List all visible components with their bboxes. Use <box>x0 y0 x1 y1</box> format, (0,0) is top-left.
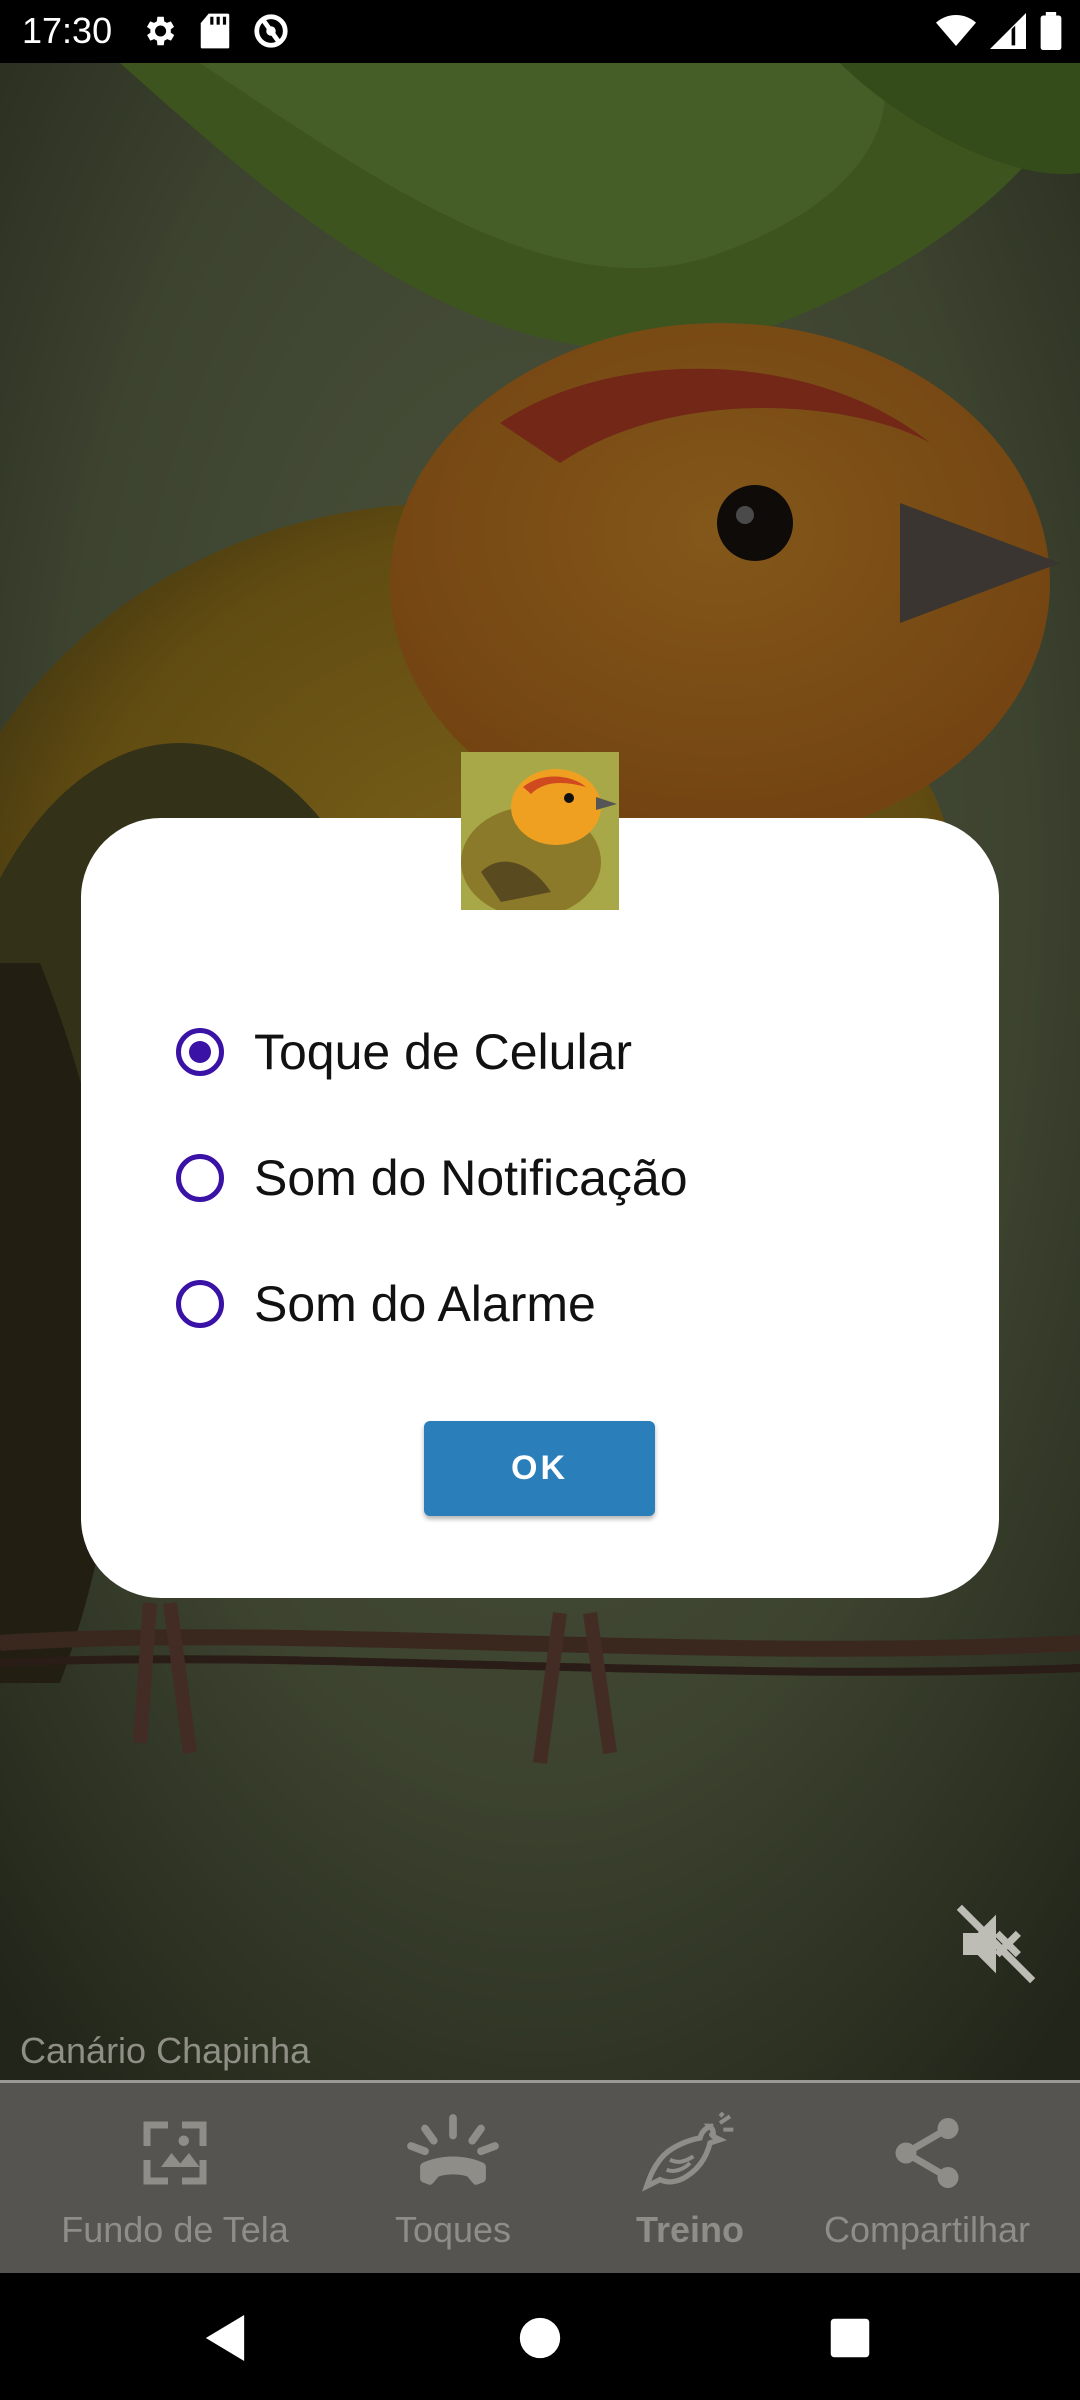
nav-item-compartilhar[interactable]: Compartilhar <box>792 2103 1062 2263</box>
option-label: Toque de Celular <box>254 1024 633 1080</box>
nav-label-toques: Toques <box>394 2209 512 2250</box>
battery-icon <box>1040 12 1062 55</box>
share-icon <box>872 2103 982 2203</box>
nav-label-treino: Treino <box>635 2209 745 2250</box>
ok-button[interactable]: OK <box>424 1421 655 1516</box>
ringtone-icon <box>398 2103 508 2203</box>
option-som-do-alarme[interactable]: Som do Alarme <box>176 1259 936 1349</box>
nav-label-compartilhar: Compartilhar <box>823 2209 1031 2250</box>
option-toque-de-celular[interactable]: Toque de Celular <box>176 1007 936 1097</box>
nav-item-treino[interactable]: Treino <box>555 2103 825 2263</box>
nav-item-fundo-de-tela[interactable]: Fundo de Tela <box>40 2103 310 2263</box>
bottom-nav: Fundo de Tela Toques Treino Compartilhar <box>0 2083 1080 2273</box>
sd-card-icon <box>198 12 232 55</box>
data-saver-icon <box>252 12 290 55</box>
option-label: Som do Notificação <box>254 1150 688 1206</box>
wallpaper-icon <box>120 2103 230 2203</box>
bird-name-caption: Canário Chapinha <box>20 2030 311 2071</box>
recents-icon[interactable] <box>815 2303 885 2373</box>
option-som-do-notificacao[interactable]: Som do Notificação <box>176 1133 936 1223</box>
home-icon[interactable] <box>505 2303 575 2373</box>
cell-signal-icon <box>990 13 1026 54</box>
radio-checked-icon[interactable] <box>176 1028 224 1076</box>
radio-unchecked-icon[interactable] <box>176 1280 224 1328</box>
nav-label-fundo-de-tela: Fundo de Tela <box>61 2209 289 2250</box>
back-icon[interactable] <box>190 2303 260 2373</box>
option-label: Som do Alarme <box>254 1276 596 1332</box>
bird-icon <box>635 2103 745 2203</box>
radio-unchecked-icon[interactable] <box>176 1154 224 1202</box>
wifi-icon <box>936 13 976 54</box>
status-time: 17:30 <box>22 10 113 51</box>
nav-item-toques[interactable]: Toques <box>318 2103 588 2263</box>
status-bar: 17:30 <box>0 0 1080 63</box>
system-nav-bar <box>0 2273 1080 2400</box>
settings-icon <box>140 12 178 55</box>
bird-thumbnail <box>461 752 619 910</box>
mute-icon[interactable] <box>952 1900 1040 1988</box>
